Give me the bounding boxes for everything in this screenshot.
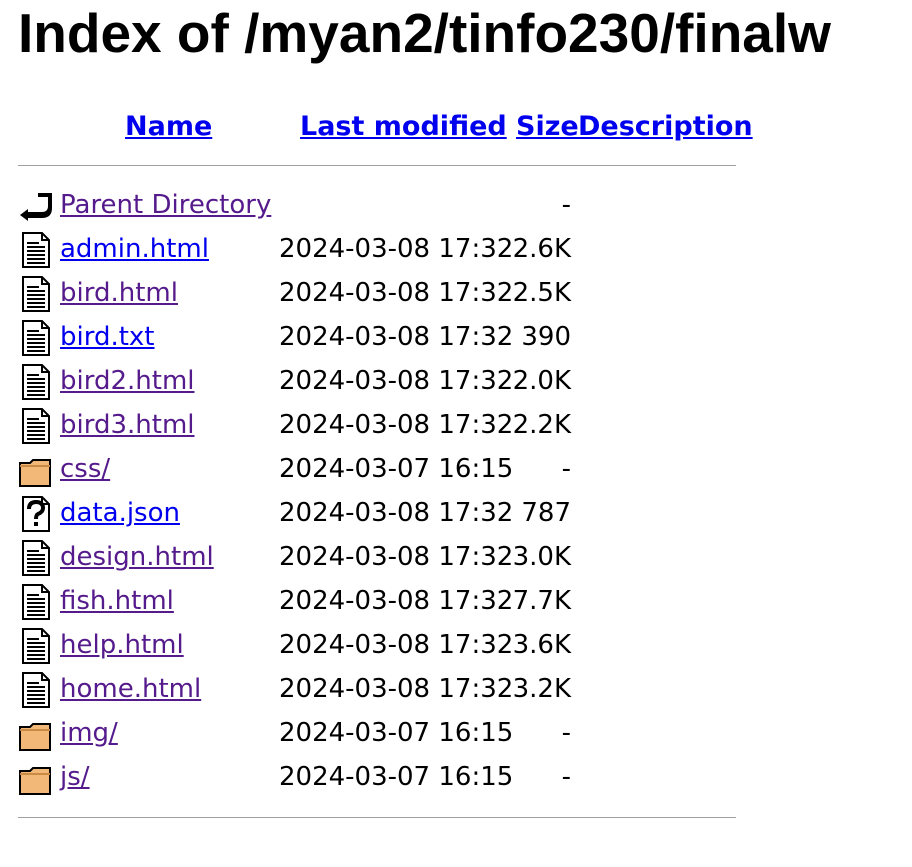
parent-directory-row: Parent Directory -: [0, 185, 912, 229]
entry-link[interactable]: design.html: [60, 542, 214, 572]
footer-divider: [18, 817, 736, 818]
table-row: js/2024-03-07 16:15 -: [0, 757, 912, 801]
table-row: bird.txt 2024-03-08 17:32 390: [0, 317, 912, 361]
entry-link[interactable]: bird2.html: [60, 366, 195, 396]
text-file-icon: [18, 671, 54, 709]
sort-by-last-modified-link[interactable]: Last modified: [300, 111, 507, 142]
column-header-last-modified: Last modified: [300, 110, 507, 144]
size-cell: 390: [521, 322, 571, 352]
size-cell: 3.6K: [512, 630, 571, 660]
size-cell: 7.7K: [512, 586, 571, 616]
entry-link[interactable]: help.html: [60, 630, 184, 660]
entry-name-cell: help.html: [60, 628, 184, 662]
last-modified-cell: 2024-03-08 17:32: [279, 234, 514, 264]
sort-by-name-link[interactable]: Name: [125, 111, 212, 142]
last-modified-cell: 2024-03-07 16:15: [279, 718, 514, 748]
folder-icon: [18, 451, 54, 489]
header-divider: [18, 165, 736, 166]
last-modified-cell: 2024-03-08 17:32: [279, 498, 514, 528]
entry-name-cell: js/: [60, 760, 90, 794]
entry-link[interactable]: data.json: [60, 498, 180, 528]
table-row: data.json 2024-03-08 17:32 787: [0, 493, 912, 537]
size-cell: 3.2K: [512, 674, 571, 704]
text-file-icon: [18, 319, 54, 357]
table-row: fish.html 2024-03-08 17:32 7.7K: [0, 581, 912, 625]
folder-icon: [18, 759, 54, 797]
column-header-size: Size: [516, 110, 579, 144]
text-file-icon: [18, 627, 54, 665]
table-row: admin.html 2024-03-08 17:32 2.6K: [0, 229, 912, 273]
table-row: bird3.html 2024-03-08 17:32 2.2K: [0, 405, 912, 449]
text-file-icon: [18, 407, 54, 445]
text-file-icon: [18, 583, 54, 621]
entry-link[interactable]: home.html: [60, 674, 201, 704]
entry-link[interactable]: js/: [60, 762, 90, 792]
text-file-icon: [18, 539, 54, 577]
entry-name-cell: Parent Directory: [60, 188, 271, 222]
text-file-icon: [18, 231, 54, 269]
table-row: css/2024-03-07 16:15 -: [0, 449, 912, 493]
table-row: help.html 2024-03-08 17:32 3.6K: [0, 625, 912, 669]
entry-name-cell: admin.html: [60, 232, 209, 266]
entry-name-cell: bird3.html: [60, 408, 195, 442]
size-cell: 2.6K: [512, 234, 571, 264]
size-cell: 2.5K: [512, 278, 571, 308]
table-row: bird2.html 2024-03-08 17:32 2.0K: [0, 361, 912, 405]
last-modified-cell: 2024-03-08 17:32: [279, 586, 514, 616]
entry-name-cell: design.html: [60, 540, 214, 574]
entry-link[interactable]: bird.html: [60, 278, 178, 308]
page-title: Index of /myan2/tinfo230/finalw: [18, 2, 831, 64]
last-modified-cell: 2024-03-07 16:15: [279, 762, 514, 792]
unknown-file-icon: [18, 495, 54, 533]
entry-link[interactable]: admin.html: [60, 234, 209, 264]
entry-name-cell: img/: [60, 716, 118, 750]
sort-by-description-link[interactable]: Description: [578, 111, 753, 142]
entry-link[interactable]: img/: [60, 718, 118, 748]
table-row: img/2024-03-07 16:15 -: [0, 713, 912, 757]
entry-name-cell: bird.txt: [60, 320, 155, 354]
size-cell: 3.0K: [512, 542, 571, 572]
size-cell: -: [561, 718, 571, 748]
text-file-icon: [18, 275, 54, 313]
last-modified-cell: 2024-03-08 17:32: [279, 322, 514, 352]
parent-directory-icon: [18, 187, 54, 225]
last-modified-cell: 2024-03-08 17:32: [279, 674, 514, 704]
last-modified-cell: 2024-03-08 17:32: [279, 410, 514, 440]
entry-link[interactable]: fish.html: [60, 586, 174, 616]
size-cell: -: [561, 762, 571, 792]
sort-by-size-link[interactable]: Size: [516, 111, 579, 142]
entry-link[interactable]: css/: [60, 454, 110, 484]
folder-icon: [18, 715, 54, 753]
size-cell: -: [561, 190, 571, 220]
entry-name-cell: data.json: [60, 496, 180, 530]
entry-link[interactable]: bird.txt: [60, 322, 155, 352]
last-modified-cell: 2024-03-08 17:32: [279, 278, 514, 308]
text-file-icon: [18, 363, 54, 401]
entry-name-cell: bird2.html: [60, 364, 195, 398]
entry-name-cell: bird.html: [60, 276, 178, 310]
last-modified-cell: 2024-03-08 17:32: [279, 366, 514, 396]
size-cell: 2.0K: [512, 366, 571, 396]
size-cell: -: [561, 454, 571, 484]
last-modified-cell: 2024-03-08 17:32: [279, 542, 514, 572]
table-row: home.html 2024-03-08 17:32 3.2K: [0, 669, 912, 713]
entry-link[interactable]: bird3.html: [60, 410, 195, 440]
column-header-name: Name: [125, 110, 212, 144]
table-row: design.html 2024-03-08 17:32 3.0K: [0, 537, 912, 581]
last-modified-cell: 2024-03-08 17:32: [279, 630, 514, 660]
table-row: bird.html 2024-03-08 17:32 2.5K: [0, 273, 912, 317]
parent-directory-link[interactable]: Parent Directory: [60, 190, 271, 220]
column-header-description: Description: [578, 110, 753, 144]
size-cell: 2.2K: [512, 410, 571, 440]
entry-name-cell: css/: [60, 452, 110, 486]
entry-name-cell: fish.html: [60, 584, 174, 618]
entry-name-cell: home.html: [60, 672, 201, 706]
last-modified-cell: 2024-03-07 16:15: [279, 454, 514, 484]
size-cell: 787: [521, 498, 571, 528]
